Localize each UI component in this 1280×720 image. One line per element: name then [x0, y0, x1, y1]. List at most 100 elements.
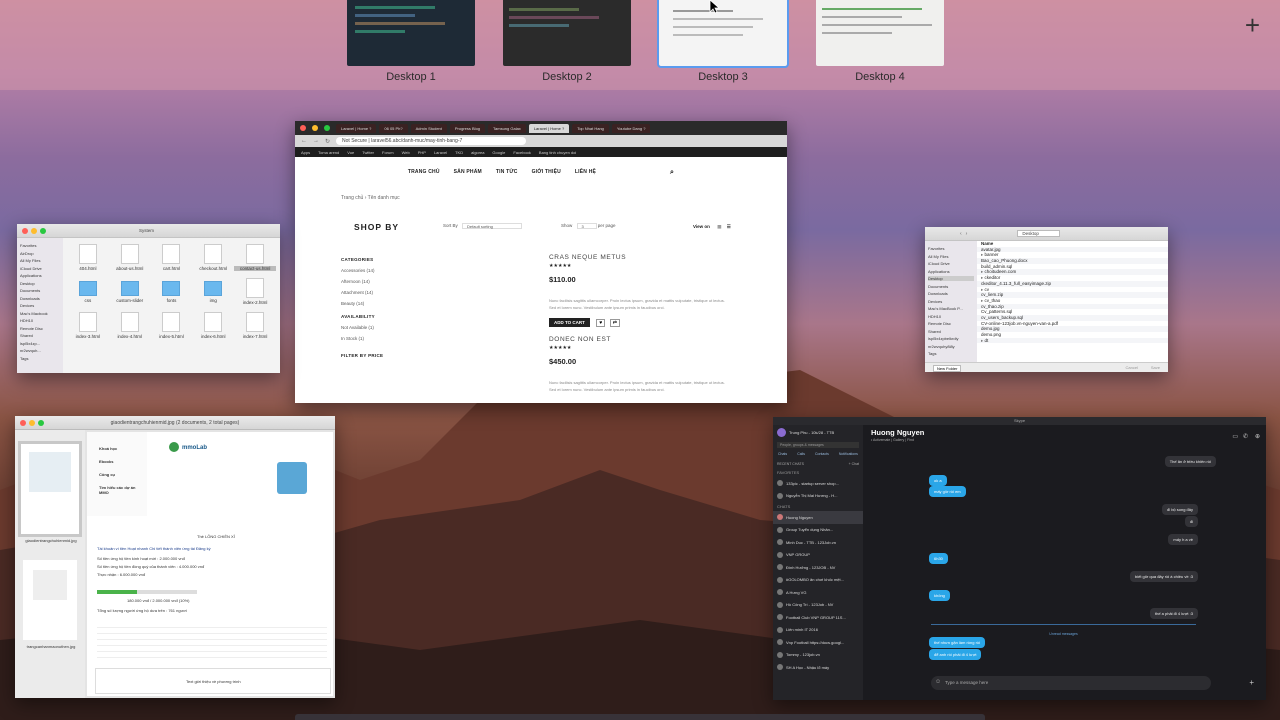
file-item[interactable]: index-2.html	[234, 278, 276, 305]
file-item[interactable]: cart.html	[151, 244, 193, 271]
contact-item[interactable]: SH A Học - Nhậu lổ máy	[773, 661, 863, 674]
bookmark-item[interactable]: Vue	[347, 150, 354, 155]
contact-item[interactable]: Nguyễn Thị Mai Hương - H...	[773, 490, 863, 503]
file-item[interactable]: 404.html	[67, 244, 109, 271]
browser-tab[interactable]: Tamsung Galax	[488, 123, 526, 133]
file-item[interactable]: index-6.html	[192, 312, 234, 339]
browser-tab[interactable]: 06 05 Ph?	[379, 123, 408, 133]
category-item[interactable]: Beauty (14)	[341, 301, 383, 306]
contact-item[interactable]: Tommy - 123job.vn	[773, 649, 863, 662]
sidebar-item[interactable]: Downloads	[928, 291, 974, 296]
sidebar-item[interactable]: Applications	[928, 269, 974, 274]
sidebar-item[interactable]: All My Files	[928, 254, 974, 259]
browser-tab[interactable]: Laravel | Home ?	[336, 123, 377, 133]
nav-home[interactable]: TRANG CHỦ	[408, 169, 440, 177]
bookmark-item[interactable]: Web	[402, 150, 410, 155]
contact-item[interactable]: Đình Hưởng - 123JOB - NV	[773, 561, 863, 574]
sidebar-item[interactable]: iCloud Drive	[928, 261, 974, 266]
location-popup[interactable]: Desktop	[1017, 230, 1060, 237]
sidebar-item[interactable]: Remote Disc	[20, 326, 60, 331]
file-item[interactable]: index-5.html	[151, 312, 193, 339]
minimize-window-icon[interactable]	[312, 125, 318, 131]
reload-icon[interactable]: ↻	[325, 138, 330, 145]
bookmark-item[interactable]: Toma arend	[318, 150, 339, 155]
list-item[interactable]: dt	[977, 337, 1168, 344]
contact-item[interactable]: Football Club VNP GROUP 11S...	[773, 611, 863, 624]
contact-item[interactable]: Group Tuyển dụng Nhân...	[773, 524, 863, 537]
sidebar-item-selected[interactable]: Desktop	[928, 276, 974, 281]
nav-about[interactable]: GIỚI THIỆU	[532, 169, 561, 177]
browser-tab[interactable]: Top Nhat Hang	[572, 123, 609, 133]
file-item[interactable]: checkout.html	[192, 244, 234, 271]
save-button[interactable]: Save	[1151, 365, 1160, 370]
sidebar-item[interactable]: Documents	[928, 284, 974, 289]
add-people-icon[interactable]: ⊕	[1255, 433, 1260, 440]
forward-arrow-icon[interactable]: →	[313, 138, 319, 144]
back-arrow-icon[interactable]: ‹	[960, 231, 962, 237]
minimize-window-icon[interactable]	[29, 420, 35, 426]
file-item[interactable]: contact-us.html	[234, 244, 276, 271]
desktop-1-thumbnail[interactable]: Desktop 1	[347, 0, 475, 83]
bookmark-item[interactable]: Facebook	[513, 150, 531, 155]
folder-item[interactable]: img	[192, 278, 234, 305]
search-icon[interactable]: ⌕	[670, 169, 674, 177]
bookmark-item[interactable]: Laravel	[434, 150, 447, 155]
add-desktop-button[interactable]: +	[1245, 12, 1260, 38]
new-chat-button[interactable]: + Chat	[849, 462, 859, 466]
new-folder-button[interactable]: New Folder	[933, 365, 962, 372]
video-call-icon[interactable]: ▭	[1232, 433, 1238, 440]
preview-window[interactable]: giaodientrangchuhienmid.jpg (2 documents…	[15, 416, 335, 698]
sidebar-item[interactable]: Downloads	[20, 296, 60, 301]
sidebar-item[interactable]: nr2wvquhy8i8y	[928, 344, 974, 349]
bookmark-item[interactable]: algorea	[471, 150, 484, 155]
contact-item[interactable]: A Hưng VG	[773, 586, 863, 599]
sidebar-item[interactable]: Applications	[20, 273, 60, 278]
product-name[interactable]: CRAS NEQUE METUS	[549, 254, 729, 261]
nav-contact[interactable]: LIÊN HỆ	[575, 169, 596, 177]
minimize-window-icon[interactable]	[31, 227, 37, 234]
back-arrow-icon[interactable]: ←	[301, 138, 307, 144]
emoji-icon[interactable]: ☺	[935, 679, 941, 685]
page-thumbnail-2[interactable]	[23, 560, 77, 640]
availability-item[interactable]: In Stock (1)	[341, 336, 383, 341]
bookmark-item[interactable]: Bang tinh chuyen doi	[539, 150, 576, 155]
sidebar-item[interactable]: iCloud Drive	[20, 266, 60, 271]
bookmark-item[interactable]: Twitter	[362, 150, 374, 155]
close-window-icon[interactable]	[300, 125, 306, 131]
bookmark-item[interactable]: TKD	[455, 150, 463, 155]
address-bar[interactable]: Not Secure | laravel56.abc/danh-muc/may-…	[336, 137, 527, 145]
zoom-window-icon[interactable]	[324, 125, 330, 131]
contact-item[interactable]: Liên minh IT 2016	[773, 624, 863, 637]
skype-search-input[interactable]: People, groups & messages	[777, 442, 859, 448]
contact-item[interactable]: Vnp Football https://docs.googl...	[773, 636, 863, 649]
phone-call-icon[interactable]: ✆	[1243, 433, 1248, 440]
sidebar-item[interactable]: All My Files	[20, 258, 60, 263]
sidebar-item[interactable]: lspl5x4zp...	[20, 341, 60, 346]
grid-view-icon[interactable]: ▦	[717, 224, 721, 229]
sidebar-item[interactable]: HDH10	[20, 318, 60, 323]
folder-item[interactable]: fonts	[151, 278, 193, 305]
folder-item[interactable]: css	[67, 278, 109, 305]
sidebar-item[interactable]: lspl5x4zpbelkrdiy	[928, 336, 974, 341]
finder-window-system[interactable]: System Favorites AirDrop All My Files iC…	[17, 224, 280, 373]
tab-chats[interactable]: Chats	[778, 452, 787, 456]
bookmark-item[interactable]: Google	[492, 150, 505, 155]
list-view-icon[interactable]: ☰	[727, 224, 731, 229]
category-item[interactable]: Afternoon (14)	[341, 279, 383, 284]
sidebar-item[interactable]: Mac's Macbook	[20, 311, 60, 316]
bookmark-item[interactable]: PHP	[418, 150, 426, 155]
sort-select[interactable]: Default sorting	[462, 223, 523, 229]
skype-window[interactable]: Skype Trung Phu - 10k/28 - TTB People, g…	[773, 417, 1266, 700]
per-page-select[interactable]: 3	[576, 223, 597, 229]
sidebar-item[interactable]: Desktop	[20, 281, 60, 286]
desktop-4-thumbnail[interactable]: Desktop 4	[816, 0, 944, 83]
browser-window[interactable]: Laravel | Home ? 06 05 Ph? Admin Student…	[295, 121, 787, 403]
forward-arrow-icon[interactable]: ›	[966, 231, 968, 237]
browser-tab[interactable]: Youtube Dang ?	[611, 123, 651, 133]
sidebar-item[interactable]: HDH10	[928, 314, 974, 319]
wishlist-heart-icon[interactable]: ♥	[596, 319, 606, 327]
browser-tab-active[interactable]: Laravel | Home ?	[528, 123, 570, 133]
contact-item[interactable]: Hồ Công Trí - 123Job - NV	[773, 599, 863, 612]
finder-window-desktop[interactable]: ‹ › Desktop Favorites All My Files iClou…	[925, 227, 1168, 372]
category-item[interactable]: Attachment (14)	[341, 290, 383, 295]
